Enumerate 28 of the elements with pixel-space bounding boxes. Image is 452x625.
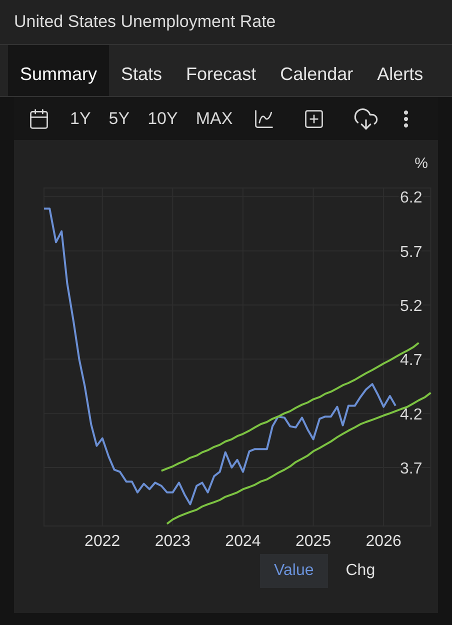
view-toggle[interactable]: Chg [332, 554, 390, 588]
tab[interactable]: Calendar [268, 45, 366, 96]
line-chart-icon[interactable] [252, 108, 275, 130]
range-button[interactable]: 10Y [140, 106, 186, 132]
view-toggle[interactable]: Value [260, 554, 328, 588]
y-tick-label: 4.2 [400, 406, 422, 424]
y-tick-label: 5.2 [400, 298, 422, 315]
calendar-icon[interactable] [28, 108, 50, 130]
y-tick-label: 4.7 [400, 352, 422, 370]
tab[interactable]: Alerts [365, 45, 436, 96]
tab[interactable]: Summary [8, 45, 110, 96]
x-tick-label: 2025 [295, 533, 332, 550]
tab[interactable]: Stats [109, 45, 174, 96]
x-tick-label: 2024 [225, 533, 261, 550]
x-tick-label: 2026 [366, 533, 402, 550]
y-tick-label: 3.7 [400, 460, 422, 478]
y-tick-label: 6.2 [400, 190, 422, 207]
range-button[interactable]: 1Y [62, 106, 99, 132]
page-title: United States Unemployment Rate [14, 11, 276, 34]
tab[interactable]: Forecast [174, 45, 268, 96]
range-button[interactable]: MAX [188, 106, 241, 132]
y-tick-label: 5.7 [400, 244, 422, 261]
range-button[interactable]: 5Y [100, 106, 138, 132]
cloud-download-icon[interactable] [352, 106, 379, 132]
x-tick-label: 2022 [84, 533, 120, 550]
x-tick-label: 2023 [154, 533, 190, 550]
add-icon[interactable] [302, 108, 325, 130]
unit-label: % [414, 155, 428, 172]
